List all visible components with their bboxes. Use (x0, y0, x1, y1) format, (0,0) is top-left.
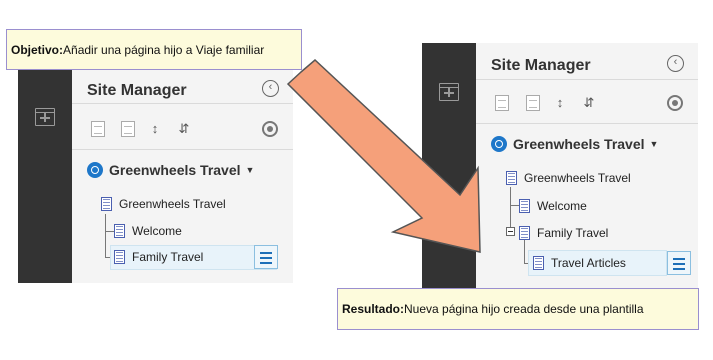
tutorial-stage: Site Manager ‹ ↕ ⇵ Greenwheels Travel ▼ … (0, 0, 713, 360)
tree-node-root[interactable]: Greenwheels Travel (101, 193, 226, 215)
site-logo-icon (87, 162, 103, 178)
page-icon[interactable] (526, 95, 540, 111)
settings-icon[interactable] (667, 95, 683, 111)
move-up-down-icon[interactable]: ↕ (148, 121, 162, 137)
tree-node-family-travel[interactable]: Family Travel (114, 246, 203, 268)
menu-icon[interactable] (667, 251, 691, 275)
add-page-icon[interactable] (439, 83, 459, 101)
page-icon (114, 224, 125, 238)
page-icon (519, 199, 530, 213)
pages-icon[interactable] (91, 121, 105, 137)
node-label: Family Travel (537, 226, 609, 240)
node-label: Travel Articles (551, 256, 626, 270)
node-label: Greenwheels Travel (119, 197, 226, 211)
site-name: Greenwheels Travel (109, 162, 241, 178)
dropdown-caret-icon[interactable]: ▼ (246, 165, 255, 175)
site-manager-after: Site Manager ‹ ↕ ⇵ Greenwheels Travel ▼ … (422, 43, 698, 293)
objective-text: Añadir una página hijo a Viaje familiar (63, 42, 265, 57)
menu-icon[interactable] (254, 245, 278, 269)
move-up-down-icon[interactable]: ↕ (553, 95, 567, 111)
collapse-toggle[interactable] (506, 227, 515, 236)
page-icon (506, 171, 517, 185)
site-selector[interactable]: Greenwheels Travel ▼ (87, 162, 254, 178)
result-callout: Resultado: Nueva página hijo creada desd… (337, 288, 699, 330)
result-text: Nueva página hijo creada desde una plant… (404, 302, 644, 316)
page-icon (519, 226, 530, 240)
panel-title: Site Manager (87, 82, 187, 99)
tree-node-root[interactable]: Greenwheels Travel (506, 167, 631, 189)
objective-label: Objetivo: (11, 42, 64, 57)
node-label: Welcome (132, 224, 182, 238)
pages-icon[interactable] (495, 95, 509, 111)
tree-node-travel-articles[interactable]: Travel Articles (533, 252, 626, 274)
site-selector[interactable]: Greenwheels Travel ▼ (491, 136, 658, 152)
node-label: Welcome (537, 199, 587, 213)
add-page-icon[interactable] (35, 108, 55, 126)
node-label: Family Travel (132, 250, 204, 264)
page-icon (533, 256, 544, 270)
tree-node-family-travel[interactable]: Family Travel (519, 222, 608, 244)
panel-title: Site Manager (491, 57, 591, 74)
site-manager-pane: Site Manager ‹ ↕ ⇵ Greenwheels Travel ▼ … (72, 58, 293, 283)
page-icon (101, 197, 112, 211)
site-manager-before: Site Manager ‹ ↕ ⇵ Greenwheels Travel ▼ … (18, 58, 293, 283)
objective-callout: Objetivo: Añadir una página hijo a Viaje… (6, 29, 302, 70)
page-icon (114, 250, 125, 264)
dropdown-caret-icon[interactable]: ▼ (650, 139, 659, 149)
back-icon[interactable]: ‹ (667, 55, 684, 72)
site-logo-icon (491, 136, 507, 152)
collapse-icon[interactable]: ⇵ (582, 95, 596, 111)
site-name: Greenwheels Travel (513, 136, 645, 152)
result-label: Resultado: (342, 302, 405, 316)
settings-icon[interactable] (262, 121, 278, 137)
site-manager-pane: Site Manager ‹ ↕ ⇵ Greenwheels Travel ▼ … (476, 43, 698, 293)
back-icon[interactable]: ‹ (262, 80, 279, 97)
node-label: Greenwheels Travel (524, 171, 631, 185)
left-rail (422, 43, 476, 293)
collapse-icon[interactable]: ⇵ (177, 121, 191, 137)
tree-node-welcome[interactable]: Welcome (114, 220, 182, 242)
page-icon[interactable] (121, 121, 135, 137)
tree-node-welcome[interactable]: Welcome (519, 195, 587, 217)
left-rail (18, 58, 72, 283)
